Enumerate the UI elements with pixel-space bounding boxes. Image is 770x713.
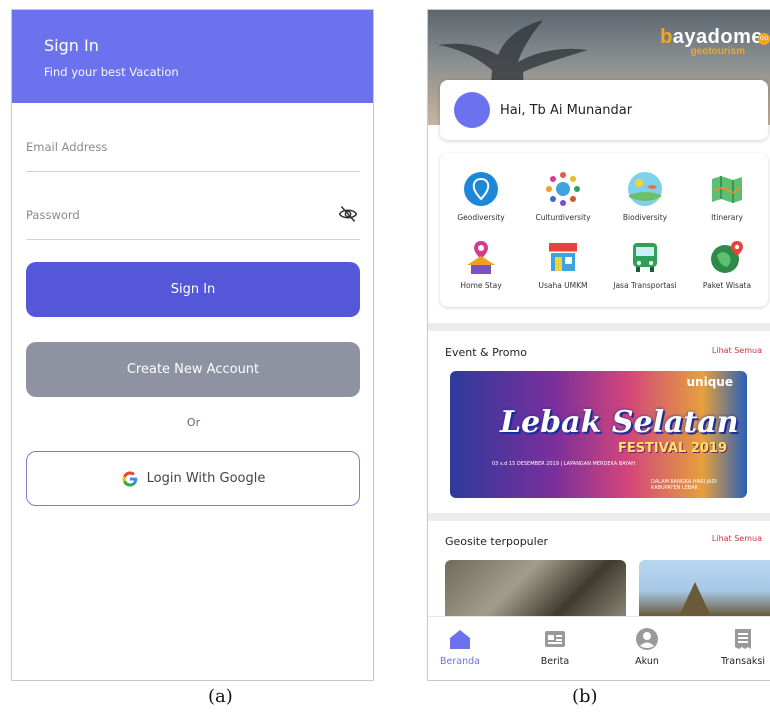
banner-festival: FESTIVAL 2019 [617,441,727,456]
banner-dates: 03 s.d 15 DESEMBER 2019 | LAPANGAN MERDE… [492,461,636,467]
home-screen: bayadome geotourism Hai, Tb Ai Munandar … [427,9,770,681]
create-account-button[interactable]: Create New Account [26,342,360,397]
account-icon [636,628,658,650]
password-placeholder: Password [26,208,80,222]
category-usaha-umkm[interactable]: Usaha UMKM [522,239,604,290]
section-divider [428,513,770,521]
caption-b: (b) [572,686,598,707]
bottom-nav: Beranda Berita Akun Transaksi [428,616,770,680]
nav-item-transaksi[interactable]: Transaksi [708,627,770,667]
or-divider: Or [186,416,201,429]
page-title: Sign In [44,36,99,55]
event-section-title: Event & Promo [445,346,527,359]
home-icon [450,630,470,649]
page-subtitle: Find your best Vacation [44,65,179,79]
owl-icon [758,33,770,45]
geosite-see-all-link[interactable]: Lihat Semua [712,534,762,543]
rock-shape [679,582,711,616]
sign-in-button[interactable]: Sign In [26,262,360,317]
category-itinerary[interactable]: Itinerary [686,171,768,222]
geosite-section-title: Geosite terpopuler [445,535,549,548]
biodiversity-icon [628,172,662,206]
email-placeholder: Email Address [26,140,108,154]
geosite-card[interactable] [639,560,770,616]
category-paket-wisata[interactable]: Paket Wisata [686,239,768,290]
culturdiversity-icon [546,172,580,206]
password-field[interactable]: Password [26,200,360,240]
event-see-all-link[interactable]: Lihat Semua [712,346,762,355]
brand-logo: bayadome geotourism [660,26,763,57]
sign-in-screen: Sign In Find your best Vacation Email Ad… [11,9,374,681]
map-icon [712,176,742,203]
category-jasa-transportasi[interactable]: Jasa Transportasi [604,239,686,290]
category-geodiversity[interactable]: Geodiversity [440,171,522,222]
greeting-card[interactable]: Hai, Tb Ai Munandar [440,80,768,140]
category-biodiversity[interactable]: Biodiversity [604,171,686,222]
tour-package-icon [711,241,743,273]
google-login-button[interactable]: Login With Google [26,451,360,506]
receipt-icon [735,629,751,649]
category-culturdiversity[interactable]: Culturdiversity [522,171,604,222]
email-field[interactable]: Email Address [26,132,360,172]
caption-a: (a) [208,686,233,707]
category-home-stay[interactable]: Home Stay [440,239,522,290]
eye-off-icon[interactable] [338,204,358,224]
avatar [454,92,490,128]
geodiversity-icon [464,172,498,206]
nav-item-beranda[interactable]: Beranda [428,627,495,667]
news-icon [545,631,565,647]
home-stay-icon [467,241,495,274]
banner-note: DALAM RANGKA HARI JADI KABUPATEN LEBAK [651,479,717,491]
category-grid: Geodiversity Culturdiversity Biodiversit… [440,153,768,307]
nav-item-berita[interactable]: Berita [520,627,590,667]
section-divider [428,323,770,331]
event-banner[interactable]: unique Lebak Selatan FESTIVAL 2019 03 s.… [450,371,747,498]
bus-icon [633,243,657,272]
greeting-text: Hai, Tb Ai Munandar [500,102,633,118]
shop-icon [549,243,577,271]
google-icon [122,471,137,486]
banner-headline: Lebak Selatan [500,405,739,440]
geosite-card[interactable] [445,560,626,616]
banner-top-text: unique [686,375,733,389]
nav-item-akun[interactable]: Akun [612,627,682,667]
google-login-label: Login With Google [146,471,266,486]
sign-in-header: Sign In Find your best Vacation [12,10,373,103]
